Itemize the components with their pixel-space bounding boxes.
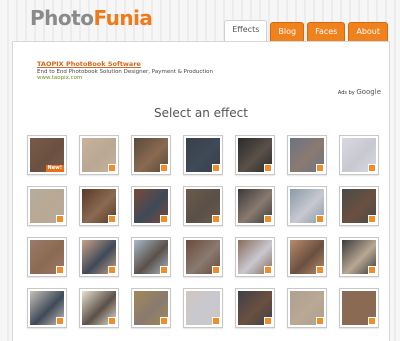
ads-by-label: Ads by [337, 90, 355, 96]
ads-by-google[interactable]: Ads by Google [338, 88, 381, 96]
effect-thumbnail[interactable] [131, 135, 171, 175]
photo-icon [108, 266, 116, 274]
effect-thumbnail[interactable] [79, 135, 119, 175]
photo-icon [368, 164, 376, 172]
logo-text-funia: Funia [93, 6, 153, 30]
new-badge: New! [45, 165, 64, 172]
effect-thumbnail[interactable] [27, 288, 67, 328]
photo-icon [56, 215, 64, 223]
effect-thumbnail[interactable] [183, 237, 223, 277]
photo-icon [160, 164, 168, 172]
header: PhotoFunia Effects Blog Faces About [0, 0, 400, 41]
photo-icon [264, 317, 272, 325]
photo-icon [108, 317, 116, 325]
page-title: Select an effect [154, 106, 248, 120]
photo-icon [108, 215, 116, 223]
effects-grid: New! [27, 135, 379, 328]
photo-icon [212, 266, 220, 274]
photo-icon [56, 266, 64, 274]
effect-thumbnail[interactable] [79, 288, 119, 328]
photo-icon [160, 215, 168, 223]
effect-thumbnail[interactable] [287, 288, 327, 328]
effect-thumbnail[interactable] [183, 186, 223, 226]
photo-icon [108, 164, 116, 172]
effect-thumbnail[interactable] [27, 237, 67, 277]
effect-thumbnail[interactable] [339, 186, 379, 226]
photo-icon [264, 266, 272, 274]
photo-icon [212, 164, 220, 172]
nav-tabs: Effects Blog Faces About [224, 20, 388, 41]
effect-thumbnail[interactable] [339, 135, 379, 175]
effect-thumbnail[interactable] [235, 135, 275, 175]
effect-thumbnail[interactable] [339, 237, 379, 277]
photo-icon [368, 317, 376, 325]
effect-thumbnail[interactable] [183, 135, 223, 175]
effect-thumbnail[interactable] [79, 237, 119, 277]
tab-about[interactable]: About [348, 22, 388, 41]
google-brand: Google [356, 88, 381, 96]
effect-thumbnail[interactable] [287, 135, 327, 175]
photo-icon [264, 164, 272, 172]
effect-thumbnail[interactable] [79, 186, 119, 226]
tab-blog[interactable]: Blog [270, 22, 305, 41]
ad-url[interactable]: www.taopix.com [37, 75, 213, 81]
photo-icon [212, 317, 220, 325]
photo-icon [368, 215, 376, 223]
photo-icon [368, 266, 376, 274]
effect-thumbnail[interactable] [235, 237, 275, 277]
effect-thumbnail[interactable] [183, 288, 223, 328]
effect-thumbnail[interactable] [131, 237, 171, 277]
effect-thumbnail[interactable] [339, 288, 379, 328]
effect-thumbnail[interactable] [287, 186, 327, 226]
effect-thumbnail[interactable] [131, 186, 171, 226]
effect-thumbnail[interactable]: New! [27, 135, 67, 175]
photo-icon [212, 215, 220, 223]
photo-icon [160, 317, 168, 325]
tab-faces[interactable]: Faces [307, 22, 346, 41]
effect-thumbnail[interactable] [287, 237, 327, 277]
main-panel: TAOPIX PhotoBook Software End to End Pho… [12, 41, 390, 341]
photo-icon [316, 266, 324, 274]
ad-block: TAOPIX PhotoBook Software End to End Pho… [37, 60, 213, 81]
effect-thumbnail[interactable] [235, 186, 275, 226]
photo-icon [316, 317, 324, 325]
logo-text-photo: Photo [30, 6, 94, 30]
photo-icon [264, 215, 272, 223]
photo-icon [316, 164, 324, 172]
effect-thumbnail[interactable] [235, 288, 275, 328]
ad-title-link[interactable]: TAOPIX PhotoBook Software [37, 60, 213, 68]
effect-thumbnail[interactable] [27, 186, 67, 226]
photofunia-logo[interactable]: PhotoFunia [30, 6, 153, 30]
tab-effects[interactable]: Effects [224, 20, 268, 41]
effect-thumbnail[interactable] [131, 288, 171, 328]
photo-icon [160, 266, 168, 274]
photo-icon [56, 317, 64, 325]
photo-icon [316, 215, 324, 223]
